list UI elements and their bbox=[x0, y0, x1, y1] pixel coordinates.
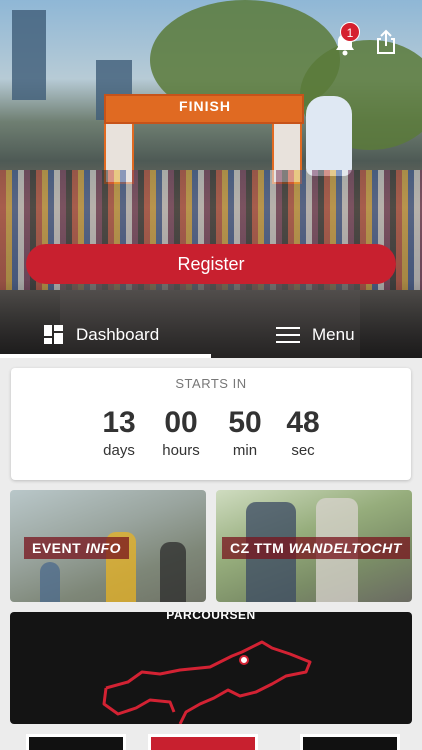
tab-bar: Dashboard Menu bbox=[0, 312, 422, 358]
event-info-label: EVENT INFO bbox=[24, 537, 130, 559]
runner-figure bbox=[160, 542, 186, 602]
countdown-value: 48 bbox=[286, 406, 320, 439]
dashboard-icon bbox=[44, 325, 63, 344]
background-building bbox=[12, 10, 46, 100]
tile-label-emphasis: INFO bbox=[85, 540, 122, 556]
countdown-hours: 00 hours bbox=[151, 406, 211, 459]
wandeltocht-label: CZ TTM WANDELTOCHT bbox=[222, 537, 410, 559]
tab-menu-label: Menu bbox=[312, 325, 355, 344]
partial-tile[interactable] bbox=[300, 734, 400, 750]
countdown-label: hours bbox=[162, 442, 200, 459]
menu-icon bbox=[276, 327, 300, 343]
bottle-balloon bbox=[306, 96, 352, 176]
share-icon[interactable] bbox=[372, 28, 400, 56]
countdown-minutes: 50 min bbox=[215, 406, 275, 459]
countdown-label: min bbox=[232, 442, 258, 459]
notification-badge: 1 bbox=[340, 22, 360, 42]
route-card[interactable]: PARCOURSEN bbox=[10, 612, 412, 724]
tab-dashboard[interactable]: Dashboard bbox=[44, 312, 159, 358]
tile-label-text: EVENT bbox=[32, 540, 86, 556]
partial-tile[interactable] bbox=[26, 734, 126, 750]
partial-tile[interactable] bbox=[148, 734, 258, 750]
countdown-seconds: 48 sec bbox=[273, 406, 333, 459]
tile-label-text: CZ TTM bbox=[230, 540, 289, 556]
register-button[interactable]: Register bbox=[26, 244, 396, 284]
countdown-value: 13 bbox=[102, 406, 136, 439]
countdown-value: 00 bbox=[164, 406, 198, 439]
event-info-tile[interactable]: EVENT INFO bbox=[10, 490, 206, 602]
countdown-card: STARTS IN 13 days 00 hours 50 min 48 sec bbox=[11, 368, 411, 480]
route-map-graphic bbox=[102, 640, 312, 724]
active-tab-indicator bbox=[0, 354, 211, 358]
tab-menu[interactable]: Menu bbox=[276, 312, 355, 358]
countdown-days: 13 days bbox=[89, 406, 149, 459]
tile-label-emphasis: WANDELTOCHT bbox=[288, 540, 402, 556]
finish-arch-text: FINISH bbox=[179, 98, 231, 114]
wandeltocht-tile[interactable]: CZ TTM WANDELTOCHT bbox=[216, 490, 412, 602]
countdown-label: days bbox=[103, 442, 135, 459]
tab-dashboard-label: Dashboard bbox=[76, 325, 160, 344]
runner-figure bbox=[40, 562, 60, 602]
countdown-label: sec bbox=[291, 442, 315, 459]
countdown-value: 50 bbox=[228, 406, 262, 439]
countdown-title: STARTS IN bbox=[175, 376, 247, 391]
